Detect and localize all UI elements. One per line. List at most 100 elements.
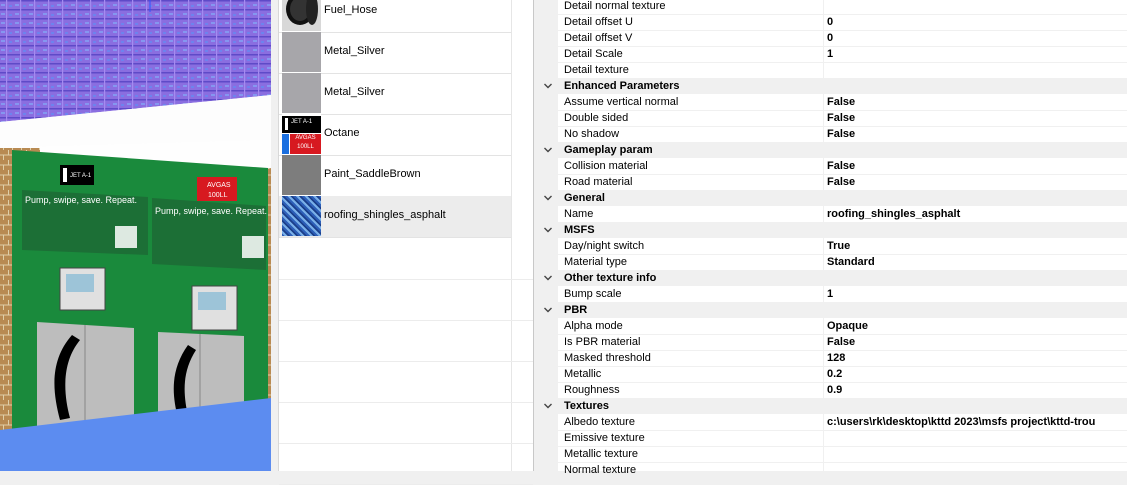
property-divider bbox=[823, 126, 824, 142]
property-value[interactable]: True bbox=[827, 240, 850, 252]
property-category[interactable]: PBR bbox=[537, 302, 1127, 318]
property-category[interactable]: MSFS bbox=[537, 222, 1127, 238]
property-name: Roughness bbox=[564, 384, 620, 396]
material-thumbnail bbox=[282, 196, 321, 236]
property-category[interactable]: Textures bbox=[537, 398, 1127, 414]
property-value[interactable]: 1 bbox=[827, 48, 833, 60]
property-row[interactable]: Collision material False bbox=[537, 158, 1127, 175]
property-row[interactable]: Roughness 0.9 bbox=[537, 382, 1127, 399]
property-name: Alpha mode bbox=[564, 320, 623, 332]
material-list[interactable]: Fuel_Hose Metal_Silver Metal_Silver JET A-1… bbox=[271, 0, 537, 485]
property-divider bbox=[823, 238, 824, 254]
property-category[interactable]: Enhanced Parameters bbox=[537, 78, 1127, 94]
property-row[interactable]: Name roofing_shingles_asphalt bbox=[537, 206, 1127, 223]
property-category-label: Enhanced Parameters bbox=[564, 80, 680, 92]
chevron-down-icon[interactable] bbox=[543, 273, 553, 283]
property-value[interactable]: 1 bbox=[827, 288, 833, 300]
property-value[interactable]: False bbox=[827, 176, 855, 188]
property-value[interactable]: False bbox=[827, 96, 855, 108]
property-divider bbox=[823, 350, 824, 366]
3d-viewport[interactable]: Pump, swipe, save. Repeat. Pump, swipe, … bbox=[0, 0, 271, 471]
list-column-divider bbox=[511, 0, 512, 471]
property-row[interactable]: Detail offset U 0 bbox=[537, 14, 1127, 31]
property-row[interactable]: Detail normal texture bbox=[537, 0, 1127, 15]
material-list-item[interactable]: Fuel_Hose bbox=[279, 0, 511, 33]
material-thumbnail bbox=[282, 32, 321, 72]
property-row[interactable]: Double sided False bbox=[537, 110, 1127, 127]
property-row[interactable]: Albedo texture c:\users\rk\desktop\kttd 2… bbox=[537, 414, 1127, 431]
material-thumbnail: JET A-1 AVGAS 100LL bbox=[282, 114, 321, 154]
chevron-down-icon[interactable] bbox=[543, 145, 553, 155]
property-category[interactable]: Gameplay param bbox=[537, 142, 1127, 158]
property-divider bbox=[823, 286, 824, 302]
property-row[interactable]: Material type Standard bbox=[537, 254, 1127, 271]
chevron-down-icon[interactable] bbox=[543, 193, 553, 203]
property-divider bbox=[823, 382, 824, 398]
property-value[interactable]: False bbox=[827, 112, 855, 124]
empty-row-line bbox=[279, 402, 533, 403]
chevron-down-icon[interactable] bbox=[543, 401, 553, 411]
chevron-down-icon[interactable] bbox=[543, 305, 553, 315]
property-value[interactable]: 0 bbox=[827, 16, 833, 28]
chevron-down-icon[interactable] bbox=[543, 81, 553, 91]
property-name: Masked threshold bbox=[564, 352, 651, 364]
property-divider bbox=[823, 446, 824, 462]
property-value[interactable]: False bbox=[827, 336, 855, 348]
property-row[interactable]: Masked threshold 128 bbox=[537, 350, 1127, 367]
chevron-down-icon[interactable] bbox=[543, 225, 553, 235]
property-divider bbox=[823, 158, 824, 174]
material-list-item[interactable]: Metal_Silver bbox=[279, 73, 511, 115]
property-category-label: Textures bbox=[564, 400, 610, 412]
material-name: Metal_Silver bbox=[324, 86, 385, 98]
property-value[interactable]: Opaque bbox=[827, 320, 868, 332]
property-row[interactable]: Detail Scale 1 bbox=[537, 46, 1127, 63]
material-list-item[interactable]: JET A-1 AVGAS 100LL Octane bbox=[279, 114, 511, 156]
property-category-label: Other texture info bbox=[564, 272, 657, 284]
property-row[interactable]: Bump scale 1 bbox=[537, 286, 1127, 303]
property-row[interactable]: Road material False bbox=[537, 174, 1127, 191]
property-value[interactable]: roofing_shingles_asphalt bbox=[827, 208, 960, 220]
property-value[interactable]: 0.2 bbox=[827, 368, 842, 380]
property-row[interactable]: Assume vertical normal False bbox=[537, 94, 1127, 111]
property-name: Normal texture bbox=[564, 464, 637, 476]
property-row[interactable]: Day/night switch True bbox=[537, 238, 1127, 255]
property-category[interactable]: General bbox=[537, 190, 1127, 206]
property-value[interactable]: 128 bbox=[827, 352, 845, 364]
property-value[interactable]: c:\users\rk\desktop\kttd 2023\msfs proje… bbox=[827, 416, 1095, 428]
property-divider bbox=[823, 334, 824, 350]
property-divider bbox=[823, 318, 824, 334]
property-row[interactable]: Detail offset V 0 bbox=[537, 30, 1127, 47]
property-row[interactable]: Is PBR material False bbox=[537, 334, 1127, 351]
material-list-item[interactable]: Paint_SaddleBrown bbox=[279, 155, 511, 197]
property-value[interactable]: False bbox=[827, 160, 855, 172]
material-name: Octane bbox=[324, 127, 360, 139]
property-category[interactable]: Other texture info bbox=[537, 270, 1127, 286]
property-value[interactable]: 0.9 bbox=[827, 384, 842, 396]
property-divider bbox=[823, 462, 824, 478]
property-value[interactable]: False bbox=[827, 128, 855, 140]
property-divider bbox=[823, 30, 824, 46]
property-name: Is PBR material bbox=[564, 336, 641, 348]
property-name: Name bbox=[564, 208, 594, 220]
property-name: Road material bbox=[564, 176, 633, 188]
property-value[interactable]: 0 bbox=[827, 32, 833, 44]
property-name: Bump scale bbox=[564, 288, 622, 300]
material-name: Fuel_Hose bbox=[324, 4, 378, 16]
property-row[interactable]: Detail texture bbox=[537, 62, 1127, 79]
property-grid[interactable]: Detail normal texture Detail offset U 0 Det… bbox=[537, 0, 1127, 479]
property-category-label: Gameplay param bbox=[564, 144, 653, 156]
material-list-item[interactable]: Metal_Silver bbox=[279, 32, 511, 74]
property-row[interactable]: No shadow False bbox=[537, 126, 1127, 143]
avgas-sign-line2: 100LL bbox=[208, 192, 228, 199]
property-value[interactable]: Standard bbox=[827, 256, 875, 268]
property-row[interactable]: Alpha mode Opaque bbox=[537, 318, 1127, 335]
material-list-item[interactable]: roofing_shingles_asphalt bbox=[279, 196, 511, 238]
property-row[interactable]: Metallic texture bbox=[537, 446, 1127, 463]
property-divider bbox=[823, 254, 824, 270]
property-name: Emissive texture bbox=[564, 432, 645, 444]
property-name: No shadow bbox=[564, 128, 620, 140]
property-row[interactable]: Metallic 0.2 bbox=[537, 366, 1127, 383]
property-category-label: PBR bbox=[564, 304, 588, 316]
property-divider bbox=[823, 62, 824, 78]
property-row[interactable]: Emissive texture bbox=[537, 430, 1127, 447]
